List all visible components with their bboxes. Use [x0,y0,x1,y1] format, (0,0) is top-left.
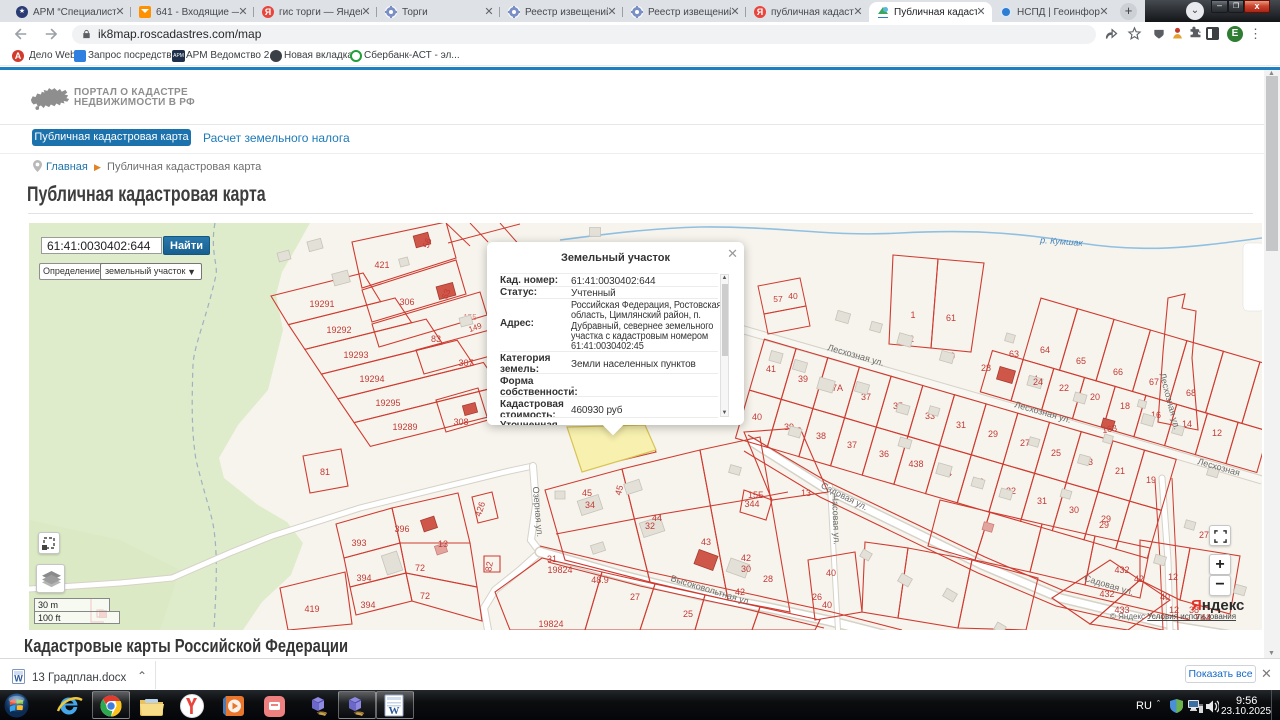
svg-text:438: 438 [908,459,923,469]
svg-text:1: 1 [910,310,915,320]
svg-text:41: 41 [766,364,776,374]
svg-text:67: 67 [1149,377,1159,387]
svg-text:394: 394 [360,600,375,610]
svg-text:40: 40 [752,412,762,422]
svg-text:64: 64 [1040,345,1050,355]
svg-text:22: 22 [1059,383,1069,393]
svg-text:38: 38 [816,431,826,441]
svg-text:19295: 19295 [375,398,400,408]
svg-text:31: 31 [547,554,557,564]
svg-text:26: 26 [812,592,822,602]
svg-text:72: 72 [415,563,425,573]
svg-text:29: 29 [1099,520,1109,530]
svg-text:57: 57 [773,294,783,304]
svg-text:27: 27 [630,592,640,602]
svg-text:12: 12 [1168,572,1178,582]
svg-text:28: 28 [981,363,991,373]
svg-text:19824: 19824 [538,619,563,629]
svg-text:63: 63 [1009,349,1019,359]
svg-text:39: 39 [798,374,808,384]
svg-text:393: 393 [351,538,366,548]
svg-text:12: 12 [1212,428,1222,438]
svg-text:421: 421 [374,260,389,270]
svg-text:43: 43 [701,537,711,547]
svg-text:61: 61 [946,313,956,323]
svg-text:308: 308 [453,417,468,427]
svg-text:31: 31 [956,420,966,430]
svg-text:432: 432 [1114,565,1129,575]
svg-text:13: 13 [438,539,448,549]
svg-text:27: 27 [1199,530,1209,540]
svg-text:19293: 19293 [343,350,368,360]
svg-text:W: W [389,705,400,717]
svg-text:36: 36 [879,449,889,459]
svg-text:65: 65 [1076,356,1086,366]
svg-text:37: 37 [847,440,857,450]
svg-text:30: 30 [741,564,751,574]
svg-text:15Б: 15Б [748,490,764,500]
svg-text:81: 81 [320,467,330,477]
svg-text:19824: 19824 [547,565,572,575]
svg-text:19291: 19291 [309,299,334,309]
svg-text:28: 28 [763,574,773,584]
svg-text:19292: 19292 [326,325,351,335]
svg-text:18: 18 [1120,401,1130,411]
svg-text:40: 40 [1160,592,1170,602]
svg-text:13: 13 [801,488,811,498]
svg-text:34: 34 [585,500,595,510]
svg-text:40: 40 [826,568,836,578]
svg-text:394: 394 [356,573,371,583]
svg-text:24: 24 [1033,377,1043,387]
svg-text:29: 29 [988,429,998,439]
svg-text:19289: 19289 [392,422,417,432]
svg-text:19294: 19294 [359,374,384,384]
svg-text:42: 42 [741,553,751,563]
svg-text:20: 20 [1090,392,1100,402]
svg-text:48.9: 48.9 [591,575,609,585]
svg-text:72: 72 [420,591,430,601]
svg-text:21: 21 [1115,466,1125,476]
svg-text:307: 307 [458,358,473,368]
svg-text:83: 83 [431,334,441,344]
svg-text:32: 32 [645,521,655,531]
svg-text:82: 82 [483,561,495,573]
svg-text:66: 66 [1113,367,1123,377]
svg-text:25: 25 [683,609,693,619]
svg-text:40: 40 [822,600,832,610]
svg-text:42: 42 [1134,574,1144,584]
svg-text:Часовая ул.: Часовая ул. [830,495,842,545]
svg-text:396: 396 [394,524,409,534]
svg-text:19: 19 [1146,475,1156,485]
svg-text:31: 31 [1037,496,1047,506]
svg-text:344: 344 [744,499,759,509]
svg-text:45: 45 [582,488,592,498]
svg-text:W: W [14,674,23,684]
svg-text:30: 30 [1069,505,1079,515]
svg-text:419: 419 [304,604,319,614]
svg-text:306: 306 [399,297,414,307]
svg-text:25: 25 [1051,448,1061,458]
svg-text:40: 40 [788,291,798,301]
